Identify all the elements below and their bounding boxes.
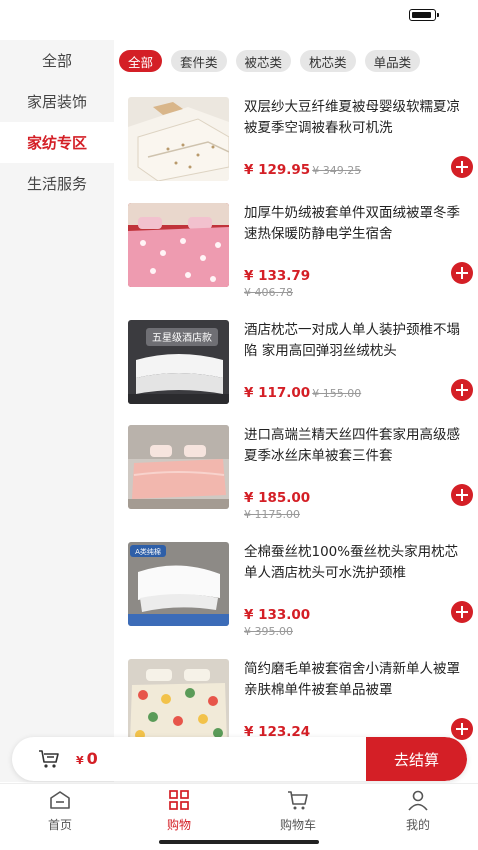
product-card[interactable]: A类纯棉 全棉蚕丝枕100%蚕丝枕头家用枕芯单人酒店枕头可水洗护颈椎 ¥ 133…	[128, 542, 473, 638]
sidebar-item-all[interactable]: 全部	[0, 40, 114, 81]
checkout-button[interactable]: 去结算	[366, 737, 467, 781]
price-line: ¥ 185.00 ¥ 1175.00	[244, 487, 444, 521]
product-card[interactable]: 简约磨毛单被套宿舍小清新单人被罩亲肤棉单件被套单品被罩 ¥ 123.24	[128, 659, 473, 749]
product-name: 全棉蚕丝枕100%蚕丝枕头家用枕芯单人酒店枕头可水洗护颈椎	[244, 544, 459, 581]
sidebar-item-home-textiles[interactable]: 家纺专区	[0, 122, 114, 163]
chip-all[interactable]: 全部	[119, 50, 163, 72]
product-price: ¥ 185.00	[244, 490, 311, 506]
cart-icon[interactable]	[38, 749, 60, 769]
product-price: ¥ 133.79	[244, 268, 311, 284]
status-bar	[0, 0, 478, 40]
product-image	[128, 203, 229, 287]
product-image: A类纯棉	[128, 542, 229, 626]
cart-icon	[288, 791, 308, 810]
product-original-price: ¥ 406.78	[244, 286, 293, 299]
add-to-cart-button[interactable]	[451, 379, 473, 401]
product-list-panel: 全部 套件类 被芯类 枕芯类 单品类 双层纱大豆纤维夏被母婴级软糯夏凉被夏季空调…	[114, 40, 478, 782]
add-to-cart-button[interactable]	[451, 484, 473, 506]
grid-icon	[169, 790, 189, 810]
chip-pillows[interactable]: 枕芯类	[300, 50, 356, 72]
tab-home-label: 首页	[47, 818, 72, 832]
product-image-caption: 五星级酒店款	[152, 331, 212, 344]
sidebar-item-home-decor[interactable]: 家居装饰	[0, 81, 114, 122]
tab-cart-label: 购物车	[279, 818, 316, 832]
product-image	[128, 659, 229, 743]
product-image	[128, 97, 229, 181]
cart-total: ¥0	[76, 749, 98, 768]
price-line: ¥ 133.79 ¥ 406.78	[244, 265, 444, 299]
product-original-price: ¥ 155.00	[312, 387, 362, 400]
currency-symbol: ¥	[76, 754, 84, 767]
chip-single-items[interactable]: 单品类	[364, 50, 421, 72]
product-card[interactable]: 进口高端兰精天丝四件套家用高级感夏季冰丝床单被套三件套 ¥ 185.00 ¥ 1…	[128, 425, 473, 521]
sidebar-item-life-services[interactable]: 生活服务	[0, 163, 114, 204]
product-image-caption: A类纯棉	[135, 547, 161, 556]
chip-sets[interactable]: 套件类	[171, 50, 227, 72]
tab-home[interactable]: 首页	[20, 784, 100, 834]
product-name: 酒店枕芯一对成人单人装护颈椎不塌陷 家用高回弹羽丝绒枕头	[244, 322, 460, 359]
product-price: ¥ 129.95	[244, 162, 311, 178]
category-sidebar: 全部 家居装饰 家纺专区 生活服务	[0, 40, 114, 782]
product-card[interactable]: 加厚牛奶绒被套单件双面绒被罩冬季速热保暖防静电学生宿舍 ¥ 133.79 ¥ 4…	[128, 203, 473, 299]
tab-profile-label: 我的	[405, 818, 430, 832]
tab-profile[interactable]: 我的	[378, 784, 458, 834]
price-line: ¥ 129.95 ¥ 349.25	[244, 159, 444, 178]
product-price: ¥ 117.00	[244, 385, 311, 401]
chip-quilts[interactable]: 被芯类	[235, 50, 292, 72]
add-to-cart-button[interactable]	[451, 156, 473, 178]
cart-total-amount: 0	[86, 749, 98, 768]
product-card[interactable]: 双层纱大豆纤维夏被母婴级软糯夏凉被夏季空调被春秋可机洗 ¥ 129.95 ¥ 34…	[128, 97, 473, 187]
tab-shopping[interactable]: 购物	[139, 784, 219, 834]
product-name: 双层纱大豆纤维夏被母婴级软糯夏凉被夏季空调被春秋可机洗	[244, 99, 460, 136]
add-to-cart-button[interactable]	[451, 601, 473, 623]
user-icon	[408, 790, 428, 811]
product-image	[128, 425, 229, 509]
product-name: 加厚牛奶绒被套单件双面绒被罩冬季速热保暖防静电学生宿舍	[244, 205, 460, 242]
home-icon	[50, 791, 70, 809]
add-to-cart-button[interactable]	[451, 718, 473, 740]
product-image: 五星级酒店款	[128, 320, 229, 404]
product-card[interactable]: 五星级酒店款 酒店枕芯一对成人单人装护颈椎不塌陷 家用高回弹羽丝绒枕头 ¥ 11…	[128, 320, 473, 410]
battery-icon	[409, 9, 439, 21]
price-line: ¥ 117.00 ¥ 155.00	[244, 382, 444, 401]
tab-shopping-label: 购物	[166, 818, 191, 832]
tab-cart[interactable]: 购物车	[258, 784, 338, 834]
product-original-price: ¥ 1175.00	[244, 508, 300, 521]
price-line: ¥ 133.00 ¥ 395.00	[244, 604, 444, 638]
product-price: ¥ 133.00	[244, 607, 311, 623]
add-to-cart-button[interactable]	[451, 262, 473, 284]
product-original-price: ¥ 349.25	[312, 164, 362, 177]
subcategory-chips: 全部 套件类 被芯类 枕芯类 单品类	[119, 50, 478, 72]
product-name: 进口高端兰精天丝四件套家用高级感夏季冰丝床单被套三件套	[244, 427, 460, 464]
cart-summary-bar: ¥0 去结算	[12, 737, 467, 781]
product-name: 简约磨毛单被套宿舍小清新单人被罩亲肤棉单件被套单品被罩	[244, 661, 460, 698]
home-indicator	[159, 840, 319, 844]
product-original-price: ¥ 395.00	[244, 625, 293, 638]
